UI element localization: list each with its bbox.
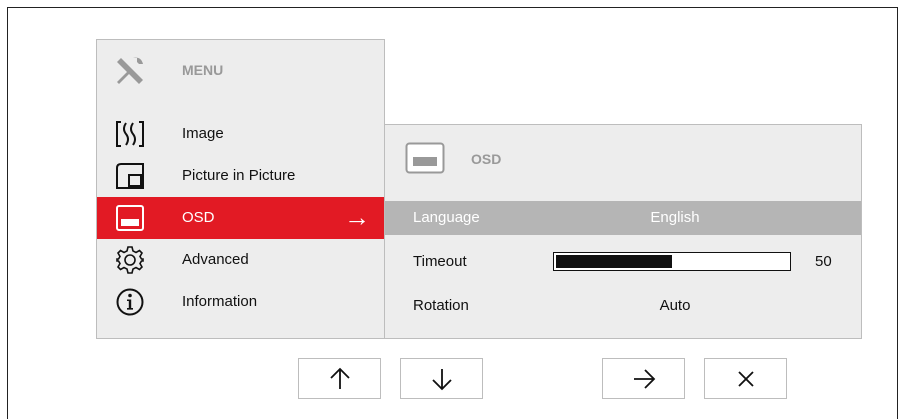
up-arrow-icon [329,367,350,389]
up-button[interactable] [298,358,381,399]
menu-item-label: OSD [182,209,215,226]
info-icon [116,288,144,316]
down-arrow-icon [431,368,452,390]
menu-item-label: Advanced [182,251,249,268]
main-menu-panel: MENU Image Picture in Picture OSD → Adva… [96,39,386,339]
menu-item-label: Information [182,293,258,310]
osd-icon [405,142,445,174]
menu-header: MENU [97,40,384,102]
menu-item-image[interactable]: Image [97,113,386,155]
menu-item-osd[interactable]: OSD → [97,197,386,239]
row-label: Language [413,209,480,226]
active-arrow-icon: → [344,202,370,232]
osd-row-language[interactable]: Language English [385,201,861,235]
menu-item-label: Picture in Picture [182,167,296,184]
menu-title: MENU [182,62,224,78]
exit-button[interactable] [704,358,787,399]
osd-submenu-panel: OSD Language English Timeout 50 Rotation… [384,124,862,339]
timeout-slider[interactable] [553,252,791,271]
pip-icon [116,163,144,189]
osd-title: OSD [471,151,502,167]
language-value[interactable]: English [605,209,745,226]
down-button[interactable] [400,358,483,399]
right-arrow-icon [633,368,655,389]
row-label: Rotation [413,297,469,314]
menu-item-information[interactable]: Information [97,281,386,323]
osd-icon [116,205,144,231]
osd-row-rotation[interactable]: Rotation Auto [385,289,861,323]
image-wave-icon [116,121,144,147]
row-label: Timeout [413,253,467,270]
osd-row-timeout[interactable]: Timeout 50 [385,245,861,279]
timeout-value: 50 [815,253,832,270]
close-icon [737,370,754,387]
enter-button[interactable] [602,358,685,399]
menu-item-picture-in-picture[interactable]: Picture in Picture [97,155,386,197]
menu-item-advanced[interactable]: Advanced [97,239,386,281]
gear-icon [116,246,144,274]
timeout-slider-fill [556,255,672,268]
rotation-value[interactable]: Auto [605,297,745,314]
tools-icon [117,57,143,84]
menu-item-label: Image [182,125,224,142]
